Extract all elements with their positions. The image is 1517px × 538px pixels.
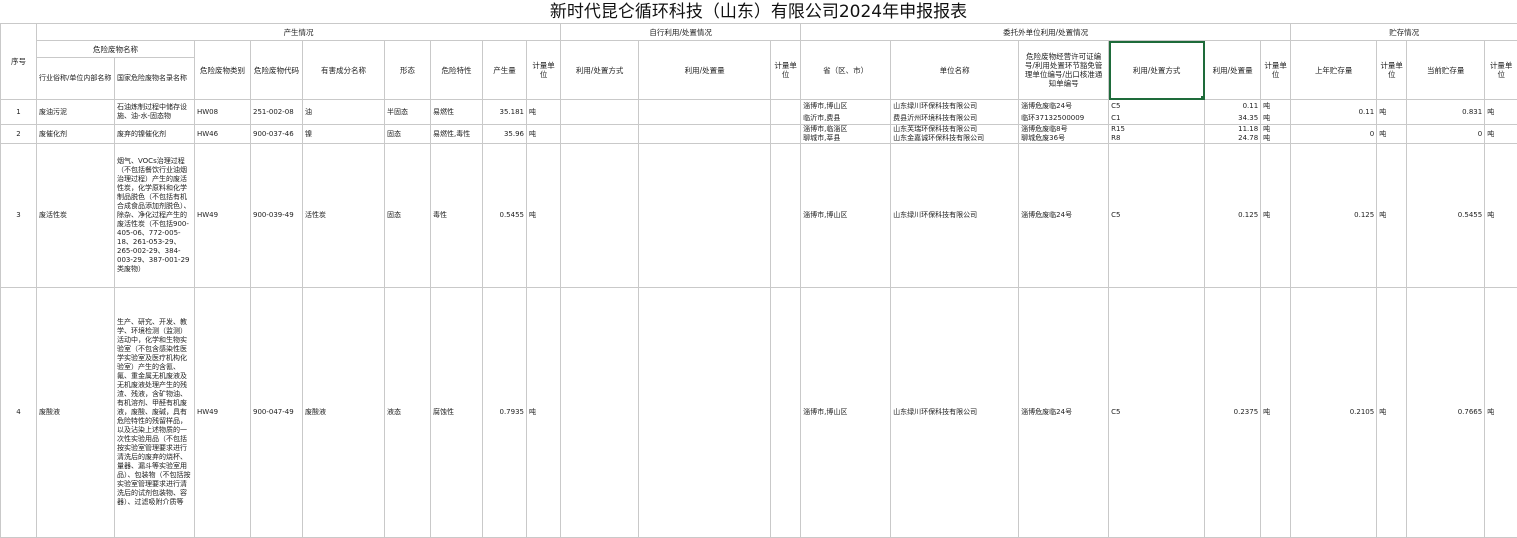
table-row: 3 废活性炭 烟气、VOCs治理过程（不包括餐饮行业油烟治理过程）产生的废活性炭… bbox=[1, 144, 1517, 288]
header-self-amount: 利用/处置量 bbox=[639, 41, 771, 100]
header-method-selected[interactable]: 利用/处置方式 bbox=[1109, 41, 1205, 100]
header-seq: 序号 bbox=[1, 24, 37, 100]
spreadsheet: 新时代昆仑循环科技（山东）有限公司2024年申报报表 序号 产生情况 自行利用/… bbox=[0, 0, 1517, 536]
header-unit-4: 计量单位 bbox=[1377, 41, 1407, 100]
header-group-self-use: 自行利用/处置情况 bbox=[561, 24, 801, 41]
header-current-storage: 当前贮存量 bbox=[1407, 41, 1485, 100]
header-self-method: 利用/处置方式 bbox=[561, 41, 639, 100]
header-industry-name: 行业俗称/单位内部名称 bbox=[37, 58, 115, 100]
table-row: 2 废催化剂 废弃的镍催化剂 HW46 900-037-46 镍 固态 易燃性,… bbox=[1, 125, 1517, 144]
header-out-amount: 利用/处置量 bbox=[1205, 41, 1261, 100]
header-group-outsourced: 委托外单位利用/处置情况 bbox=[801, 24, 1291, 41]
header-province: 省（区、市） bbox=[801, 41, 891, 100]
header-waste-code: 危险废物代码 bbox=[251, 41, 303, 100]
header-national-name: 国家危险废物名录名称 bbox=[115, 58, 195, 100]
header-production-amount: 产生量 bbox=[483, 41, 527, 100]
header-group-storage: 贮存情况 bbox=[1291, 24, 1517, 41]
report-table: 序号 产生情况 自行利用/处置情况 委托外单位利用/处置情况 贮存情况 危险废物… bbox=[0, 23, 1517, 538]
header-hazard: 危险特性 bbox=[431, 41, 483, 100]
table-row: 4 废酸液 生产、研究、开发、教学、环境检测（监测）活动中，化学和生物实验室（不… bbox=[1, 288, 1517, 538]
header-license: 危险废物经营许可证编号/利用处置环节豁免管理单位编号/出口核准通知单编号 bbox=[1019, 41, 1109, 100]
header-harmful-component: 有害成分名称 bbox=[303, 41, 385, 100]
header-unit-2: 计量单位 bbox=[771, 41, 801, 100]
header-company: 单位名称 bbox=[891, 41, 1019, 100]
header-unit-3: 计量单位 bbox=[1261, 41, 1291, 100]
header-last-year-storage: 上年贮存量 bbox=[1291, 41, 1377, 100]
header-group-production: 产生情况 bbox=[37, 24, 561, 41]
header-unit-5: 计量单位 bbox=[1485, 41, 1517, 100]
header-form: 形态 bbox=[385, 41, 431, 100]
header-waste-category: 危险废物类别 bbox=[195, 41, 251, 100]
header-waste-name: 危险废物名称 bbox=[37, 41, 195, 58]
sheet-title: 新时代昆仑循环科技（山东）有限公司2024年申报报表 bbox=[0, 0, 1517, 24]
header-unit-1: 计量单位 bbox=[527, 41, 561, 100]
table-row: 1 废油污泥 石油炼制过程中储存设施、油-水-固态物 HW08 251-002-… bbox=[1, 100, 1517, 125]
